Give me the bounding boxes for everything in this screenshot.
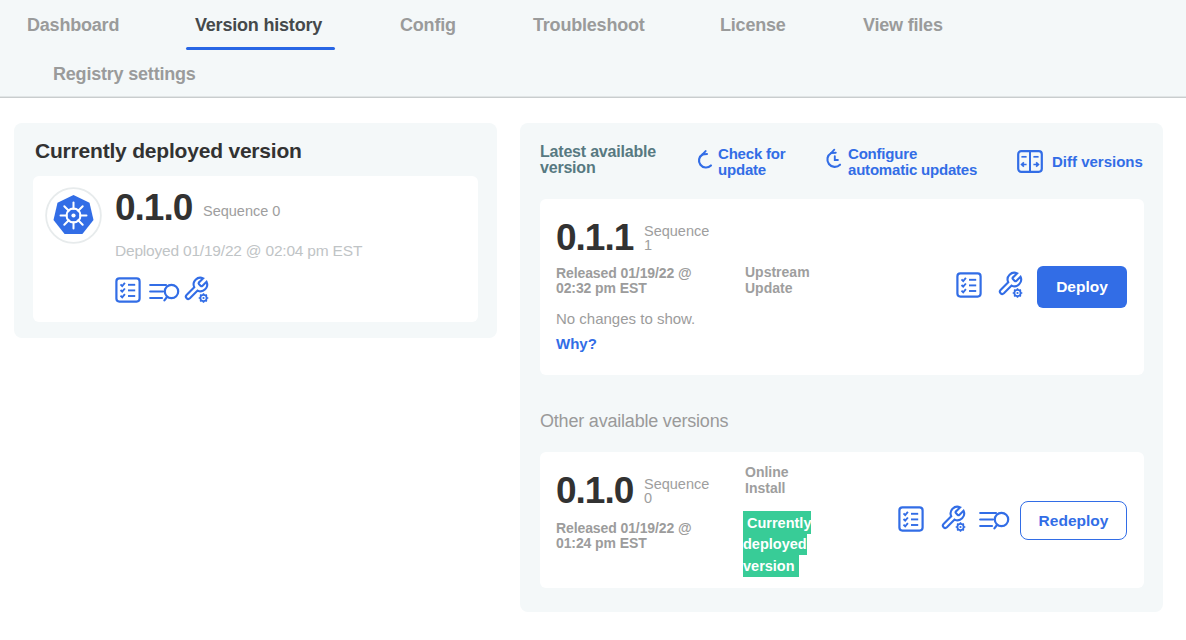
preflight-checks-icon[interactable] — [115, 277, 141, 307]
why-link[interactable]: Why? — [556, 335, 597, 352]
no-changes-text: No changes to show. — [556, 310, 695, 327]
check-for-update-link[interactable]: Check for update — [718, 146, 785, 178]
deployed-sequence-label: Sequence 0 — [203, 205, 280, 219]
tab-view-files[interactable]: View files — [863, 15, 943, 36]
edit-config-icon[interactable] — [939, 504, 967, 537]
other-version-source: Online Install — [745, 465, 845, 496]
diff-versions-icon[interactable] — [1017, 150, 1043, 177]
tab-registry-settings[interactable]: Registry settings — [53, 64, 196, 85]
latest-released-timestamp: Released 01/19/22 @ 02:32 pm EST — [556, 266, 706, 296]
latest-available-title: Latest available version — [540, 144, 700, 176]
deploy-logs-icon[interactable] — [149, 282, 180, 308]
deployed-timestamp: Deployed 01/19/22 @ 02:04 pm EST — [115, 242, 362, 260]
edit-config-icon[interactable] — [182, 275, 210, 308]
active-tab-underline — [186, 47, 335, 51]
deploy-button[interactable]: Deploy — [1037, 266, 1127, 308]
latest-version-source: Upstream Update — [745, 265, 845, 296]
tab-dashboard[interactable]: Dashboard — [27, 15, 119, 36]
preflight-checks-icon[interactable] — [956, 272, 982, 302]
check-for-update-icon[interactable] — [697, 149, 715, 175]
deployed-version-number: 0.1.0 — [115, 190, 192, 226]
other-sequence-label: Sequence 0 — [644, 478, 714, 505]
top-nav: Dashboard Version history Config Trouble… — [0, 0, 1186, 98]
currently-deployed-badge: Currently deployed version — [743, 512, 821, 577]
currently-deployed-title: Currently deployed version — [35, 139, 302, 163]
other-released-timestamp: Released 01/19/22 @ 01:24 pm EST — [556, 521, 706, 551]
latest-version-number: 0.1.1 — [556, 220, 633, 256]
tab-license[interactable]: License — [720, 15, 786, 36]
tab-version-history[interactable]: Version history — [195, 15, 322, 36]
available-updates-section: Latest available version Check for updat… — [520, 123, 1163, 612]
edit-config-icon[interactable] — [996, 270, 1024, 303]
latest-sequence-label: Sequence 1 — [644, 225, 714, 252]
tab-troubleshoot[interactable]: Troubleshoot — [533, 15, 645, 36]
currently-deployed-section: Currently deployed version 0.1.0 Sequenc… — [14, 123, 497, 338]
tab-config[interactable]: Config — [400, 15, 456, 36]
kubernetes-app-icon — [45, 187, 102, 244]
latest-version-card: 0.1.1 Sequence 1 Released 01/19/22 @ 02:… — [540, 199, 1144, 375]
preflight-checks-icon[interactable] — [898, 506, 924, 536]
deploy-logs-icon[interactable] — [979, 510, 1010, 536]
other-available-versions-title: Other available versions — [540, 411, 728, 432]
configure-automatic-updates-icon[interactable] — [825, 148, 846, 175]
deployed-version-card: 0.1.0 Sequence 0 Deployed 01/19/22 @ 02:… — [33, 176, 478, 322]
diff-versions-link[interactable]: Diff versions — [1052, 153, 1143, 170]
other-version-number: 0.1.0 — [556, 473, 633, 509]
redeploy-button[interactable]: Redeploy — [1020, 501, 1127, 540]
configure-automatic-updates-link[interactable]: Configure automatic updates — [848, 146, 977, 178]
other-version-card: 0.1.0 Sequence 0 Released 01/19/22 @ 01:… — [540, 452, 1144, 588]
